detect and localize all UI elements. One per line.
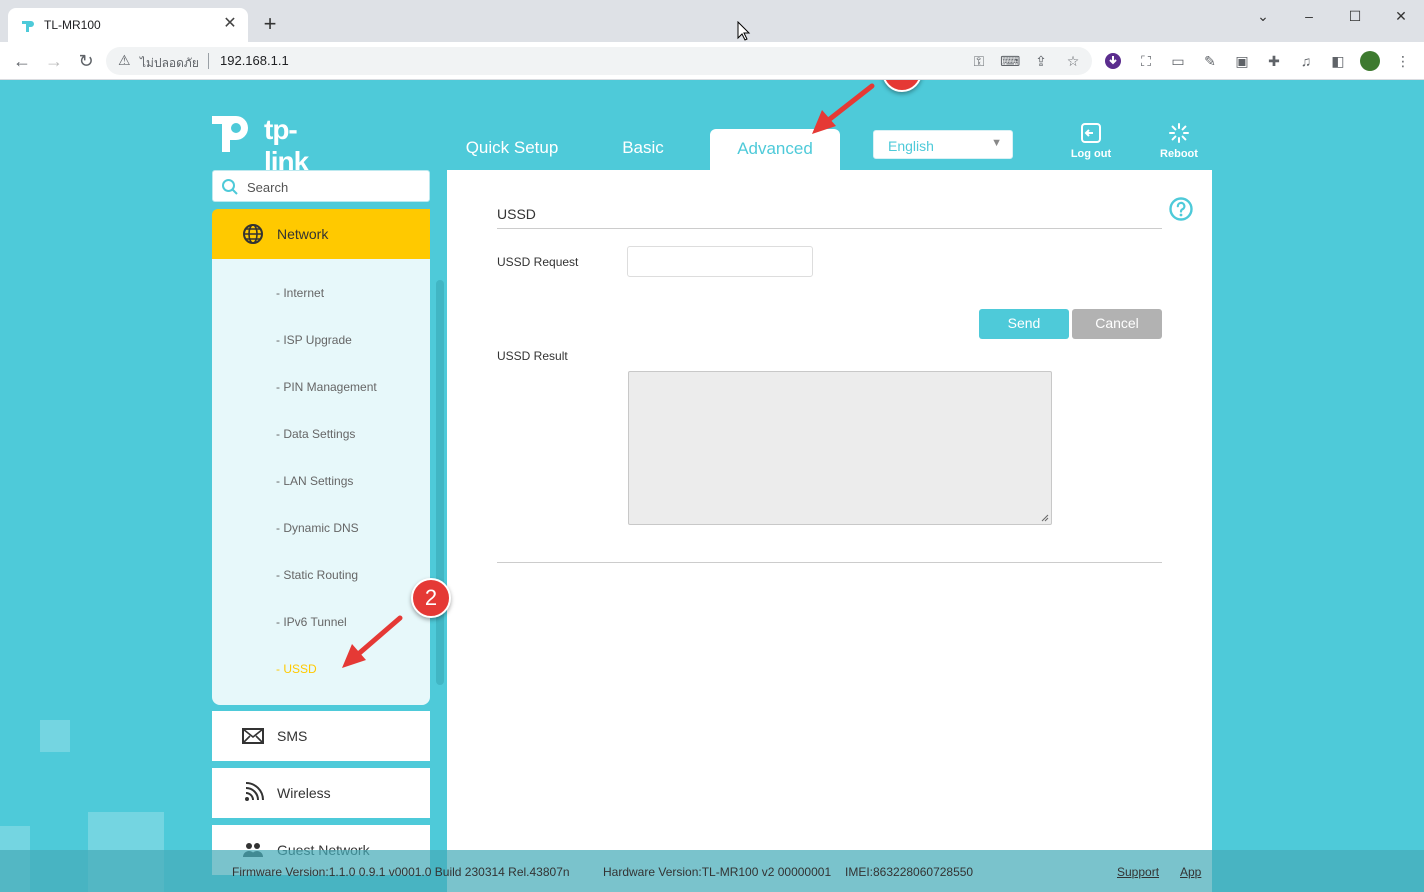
sidebar-item-sms[interactable]: SMS	[212, 711, 430, 761]
tab-search-icon[interactable]: ⌄	[1240, 4, 1286, 28]
maximize-button[interactable]: ☐	[1332, 4, 1378, 28]
annotation-badge-2: 2	[411, 578, 451, 618]
language-value: English	[888, 138, 934, 154]
logout-icon	[1081, 123, 1101, 143]
browser-tab-strip: TL-MR100 ✕ + ⌄ – ☐ ✕	[0, 0, 1424, 42]
sidebar-subitem-lan-settings[interactable]: - LAN Settings	[276, 474, 353, 488]
globe-icon	[243, 224, 263, 244]
firmware-version: Firmware Version:1.1.0 0.9.1 v0001.0 Bui…	[232, 865, 570, 879]
sidebar-item-network[interactable]: Network	[212, 209, 430, 259]
media-control-icon[interactable]: ♫	[1297, 52, 1315, 70]
sidebar-subitem-ipv6-tunnel[interactable]: - IPv6 Tunnel	[276, 615, 347, 629]
tp-link-favicon-icon	[22, 21, 34, 32]
wifi-icon	[245, 782, 264, 801]
hardware-version: Hardware Version:TL-MR100 v2 00000001	[603, 865, 832, 879]
ussd-request-label: USSD Request	[497, 255, 579, 269]
sidebar-subitem-isp-upgrade[interactable]: - ISP Upgrade	[276, 333, 352, 347]
download-extension-icon[interactable]	[1104, 52, 1122, 70]
translate-icon[interactable]: ⌨	[1000, 53, 1020, 70]
extensions-puzzle-icon[interactable]: ✚	[1265, 52, 1283, 70]
edit-extension-icon[interactable]: ✎	[1201, 52, 1219, 70]
sidebar-item-label: Network	[277, 226, 329, 242]
ussd-result-label: USSD Result	[497, 349, 568, 363]
browser-menu-icon[interactable]: ⋮	[1394, 52, 1412, 70]
resize-grip-icon[interactable]	[1040, 513, 1049, 522]
section-title: USSD	[497, 206, 536, 222]
ussd-result-textarea[interactable]	[628, 371, 1052, 525]
minimize-button[interactable]: –	[1286, 4, 1332, 28]
search-input[interactable]	[247, 177, 417, 197]
help-icon[interactable]	[1169, 197, 1193, 221]
sidebar-scrollbar[interactable]	[436, 280, 444, 685]
divider	[497, 228, 1162, 229]
support-link[interactable]: Support	[1117, 865, 1159, 879]
chevron-down-icon: ▼	[991, 137, 1002, 149]
capture-extension-icon[interactable]: ▣	[1233, 52, 1251, 70]
ussd-panel: USSD USSD Request Send Cancel USSD Resul…	[447, 170, 1212, 892]
forward-button[interactable]: →	[42, 49, 66, 73]
url-text[interactable]: 192.168.1.1	[220, 53, 289, 68]
sidebar-item-label: Wireless	[277, 785, 331, 801]
bookmark-star-icon[interactable]: ☆	[1064, 53, 1082, 70]
divider	[497, 562, 1162, 563]
send-button[interactable]: Send	[979, 309, 1069, 339]
sidebar-subitem-pin-management[interactable]: - PIN Management	[276, 380, 377, 394]
share-icon[interactable]: ⇪	[1032, 53, 1050, 70]
cast-extension-icon[interactable]: ▭	[1169, 52, 1187, 70]
annotation-badge-1: 1	[882, 80, 922, 92]
screenshot-extension-icon[interactable]: ⛶	[1137, 52, 1155, 70]
back-button[interactable]: ←	[10, 49, 34, 73]
mouse-cursor-icon	[737, 21, 751, 41]
cancel-button[interactable]: Cancel	[1072, 309, 1162, 339]
logout-button[interactable]: Log out	[1061, 122, 1121, 160]
side-panel-icon[interactable]: ◧	[1329, 52, 1347, 70]
reload-button[interactable]: ↻	[74, 49, 98, 73]
reboot-button[interactable]: Reboot	[1149, 122, 1209, 160]
insecure-label[interactable]: ไม่ปลอดภัย	[140, 54, 199, 73]
reboot-icon	[1169, 123, 1189, 143]
ussd-request-input[interactable]	[627, 246, 813, 277]
browser-toolbar: ← → ↻ ⚠ ไม่ปลอดภัย 192.168.1.1 ⚿ ⌨ ⇪ ☆ ⛶…	[0, 42, 1424, 80]
address-bar[interactable]: ⚠ ไม่ปลอดภัย 192.168.1.1 ⚿ ⌨ ⇪ ☆	[106, 47, 1092, 75]
warning-icon: ⚠	[118, 52, 131, 68]
search-icon	[222, 179, 238, 195]
reboot-label: Reboot	[1160, 148, 1198, 160]
sidebar-subitem-dynamic-dns[interactable]: - Dynamic DNS	[276, 521, 359, 535]
app-link[interactable]: App	[1180, 865, 1201, 879]
tab-basic[interactable]: Basic	[598, 129, 688, 170]
sidebar-subitem-internet[interactable]: - Internet	[276, 286, 324, 300]
divider	[208, 53, 209, 69]
logout-label: Log out	[1070, 148, 1112, 160]
envelope-icon	[242, 728, 264, 744]
tab-quick-setup[interactable]: Quick Setup	[457, 129, 567, 170]
imei-value: IMEI:863228060728550	[845, 865, 974, 879]
brand-name: tp-link	[264, 114, 309, 177]
sidebar-subitem-ussd[interactable]: - USSD	[276, 662, 317, 676]
annotation-arrow-icon	[812, 83, 875, 134]
sidebar-subitem-data-settings[interactable]: - Data Settings	[276, 427, 355, 441]
language-select[interactable]: English ▼	[873, 130, 1013, 159]
new-tab-button[interactable]: +	[258, 12, 282, 36]
sidebar-item-wireless[interactable]: Wireless	[212, 768, 430, 818]
router-admin-page: tp-link Quick Setup Basic Advanced Engli…	[0, 80, 1424, 892]
browser-tab[interactable]: TL-MR100 ✕	[8, 8, 248, 42]
key-icon[interactable]: ⚿	[970, 53, 988, 70]
tab-close-icon[interactable]: ✕	[220, 14, 240, 34]
page-footer: Firmware Version:1.1.0 0.9.1 v0001.0 Bui…	[0, 850, 1424, 892]
sidebar-search[interactable]	[212, 170, 430, 202]
tp-link-logo-icon	[212, 116, 248, 152]
annotation-arrow-icon	[342, 615, 403, 668]
background-decoration	[40, 720, 70, 752]
sidebar-subitem-static-routing[interactable]: - Static Routing	[276, 568, 358, 582]
window-close-button[interactable]: ✕	[1378, 4, 1424, 28]
sidebar-item-label: SMS	[277, 728, 308, 744]
profile-avatar[interactable]	[1360, 51, 1380, 71]
tab-title: TL-MR100	[44, 18, 101, 32]
